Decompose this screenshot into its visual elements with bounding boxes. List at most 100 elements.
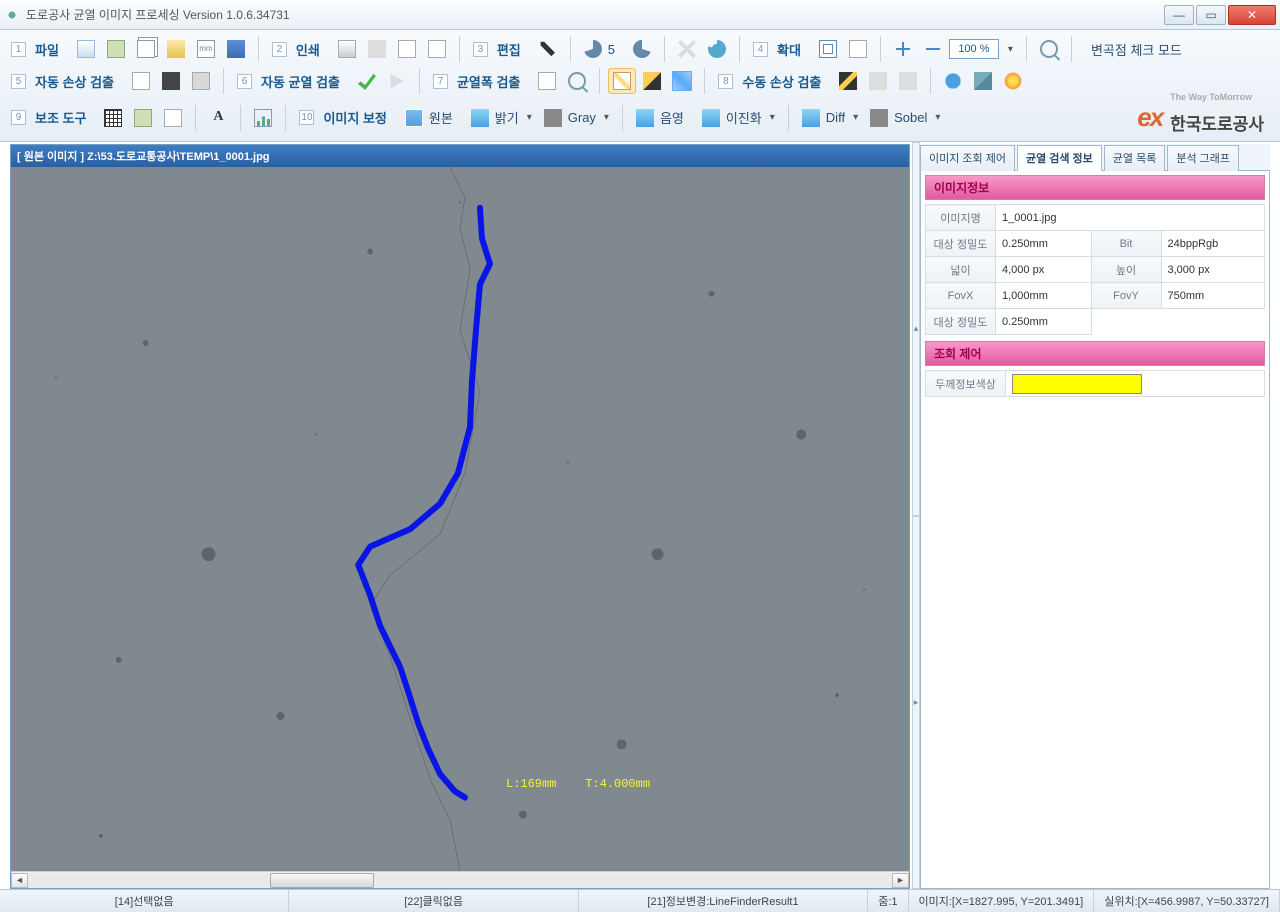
aux-tool-menu[interactable]: 9보조 도구 [6,105,97,131]
corr-orig[interactable]: 원본 [400,105,464,131]
side-body: 이미지정보 이미지명 1_0001.jpg 대상 정밀도 0.250mm Bit… [920,171,1270,889]
globe-icon[interactable] [939,68,967,94]
img-corr-menu[interactable]: 10이미지 보정 [294,105,397,131]
scroll-left-icon[interactable]: ◄ [11,873,28,888]
corr-sobel[interactable]: Sobel▾ [865,105,945,131]
new-icon[interactable] [72,36,100,62]
manual-erase-icon[interactable] [864,68,892,94]
print-settings-icon[interactable] [363,36,391,62]
detect-fill-icon[interactable] [157,68,185,94]
v-fovx: 1,000mm [996,283,1092,309]
window-title: 도로공사 균열 이미지 프로세싱 Version 1.0.6.34731 [26,6,1164,23]
width-pen-icon[interactable] [638,68,666,94]
flame-icon[interactable] [999,68,1027,94]
aux-blank-icon[interactable] [159,105,187,131]
scroll-thumb[interactable] [270,873,374,888]
maximize-button[interactable]: ▭ [1196,5,1226,25]
search-icon[interactable] [1035,36,1063,62]
close-button[interactable]: ✕ [1228,5,1276,25]
print-report-icon[interactable] [423,36,451,62]
width-sel-icon[interactable] [608,68,636,94]
tab-crack-search[interactable]: 균열 검색 정보 [1017,145,1102,171]
v-img-name: 1_0001.jpg [996,205,1265,231]
undo-icon[interactable]: 5 [579,36,626,62]
image-info-grid: 이미지명 1_0001.jpg 대상 정밀도 0.250mm Bit 24bpp… [925,204,1265,335]
status-real-pos: 실위치:[X=456.9987, Y=50.33727] [1094,890,1280,912]
corr-gray[interactable]: Gray▾ [539,105,614,131]
print-preview-icon[interactable] [393,36,421,62]
aux-grid-icon[interactable] [99,105,127,131]
zoom-out-icon[interactable] [919,36,947,62]
actual-size-icon[interactable] [844,36,872,62]
refresh-icon[interactable] [703,36,731,62]
width-tool1-icon[interactable] [533,68,561,94]
main-area: [ 원본 이미지 ] Z:\53.도로교통공사\TEMP\1_0001.jpg … [0,142,1280,889]
minimize-button[interactable]: — [1164,5,1194,25]
k-precision2: 대상 정밀도 [926,309,996,335]
zoom-in-icon[interactable] [889,36,917,62]
detect-rect-icon[interactable] [127,68,155,94]
zoom-input[interactable] [949,39,999,59]
crack-overlay [11,167,909,871]
status-click: [22]클릭없음 [289,890,578,912]
folder-icon[interactable] [162,36,190,62]
auto-crack-menu[interactable]: 6자동 균열 검출 [232,68,351,94]
checkmode-label[interactable]: 변곡점 체크 모드 [1080,36,1193,62]
corr-binarize[interactable]: 이진화▾ [697,105,780,131]
v-thick-color[interactable] [1006,371,1265,397]
zoom-menu[interactable]: 4확대 [748,36,812,62]
zoom-dd-icon[interactable]: ▾ [1001,36,1018,62]
tab-crack-list[interactable]: 균열 목록 [1104,145,1166,171]
save-icon[interactable] [222,36,250,62]
manual-damage-menu[interactable]: 8수동 손상 검출 [713,68,832,94]
scroll-right-icon[interactable]: ► [892,873,909,888]
aux-export-icon[interactable] [129,105,157,131]
print-icon[interactable] [333,36,361,62]
collapse-right-icon[interactable]: ▸ [912,516,920,890]
pointer-icon[interactable] [534,36,562,62]
auto-damage-menu[interactable]: 5자동 손상 검출 [6,68,125,94]
tab-image-control[interactable]: 이미지 조회 제어 [920,145,1015,171]
crack-run-icon[interactable] [383,68,411,94]
open-icon[interactable] [102,36,130,62]
side-panel: 이미지 조회 제어 균열 검색 정보 균열 목록 분석 그래프 이미지정보 이미… [920,144,1270,889]
mm-icon[interactable]: mm [192,36,220,62]
v-height: 3,000 px [1161,257,1265,283]
aux-text-icon[interactable]: A [204,105,232,131]
k-img-name: 이미지명 [926,205,996,231]
image-title: [ 원본 이미지 ] Z:\53.도로교통공사\TEMP\1_0001.jpg [11,145,909,167]
image-canvas[interactable]: L:169mm T:4.000mm [11,167,909,871]
corr-diff[interactable]: Diff▾ [797,105,863,131]
aux-chart-icon[interactable] [249,105,277,131]
tab-analysis-graph[interactable]: 분석 그래프 [1167,145,1239,171]
image-pane: [ 원본 이미지 ] Z:\53.도로교통공사\TEMP\1_0001.jpg … [10,144,910,889]
corr-bright[interactable]: 밝기▾ [466,105,537,131]
v-precision: 0.250mm [996,231,1092,257]
scroll-track[interactable] [28,873,892,888]
k-fovy: FovY [1091,283,1161,309]
delete-icon[interactable] [673,36,701,62]
h-scrollbar[interactable]: ◄ ► [11,871,909,888]
v-width: 4,000 px [996,257,1092,283]
width-lens-icon[interactable] [563,68,591,94]
export-icon[interactable] [132,36,160,62]
cube-icon[interactable] [969,68,997,94]
crack-measure-label: L:169mm T:4.000mm [506,777,650,791]
logo-ex-icon: ex [1137,102,1162,133]
crack-width-menu[interactable]: 7균열폭 검출 [428,68,531,94]
detect-grid-icon[interactable] [187,68,215,94]
manual-pen-icon[interactable] [834,68,862,94]
status-info: [21]정보변경:LineFinderResult1 [579,890,868,912]
fit-icon[interactable] [814,36,842,62]
corr-shade[interactable]: 음영 [631,105,695,131]
file-menu[interactable]: 1파일 [6,36,70,62]
collapse-up-icon[interactable]: ▴ [912,142,920,516]
crack-check-icon[interactable] [353,68,381,94]
thickness-color-swatch[interactable] [1012,374,1142,394]
manual-node-icon[interactable] [894,68,922,94]
width-proc-icon[interactable] [668,68,696,94]
redo-icon[interactable] [628,36,656,62]
print-menu[interactable]: 2인쇄 [267,36,331,62]
section-view-control: 조회 제어 [925,341,1265,366]
edit-menu[interactable]: 3편집 [468,36,532,62]
